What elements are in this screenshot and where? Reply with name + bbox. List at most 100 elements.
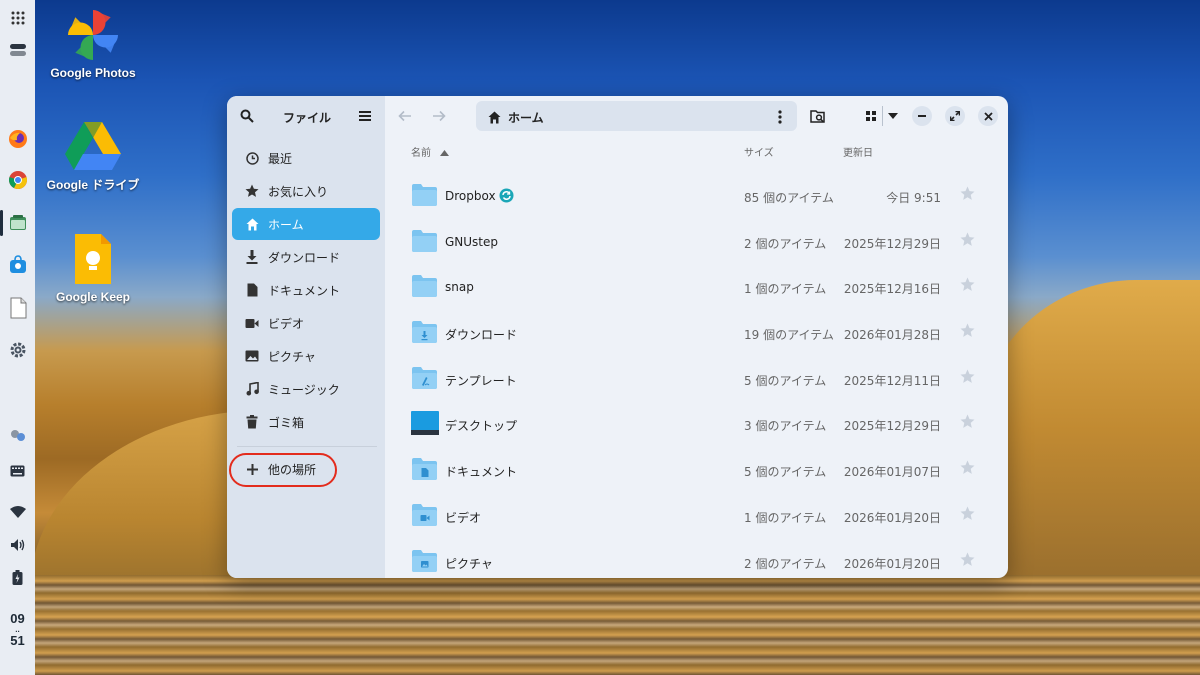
- star-icon[interactable]: [960, 186, 975, 201]
- sidebar-item-label: ドキュメント: [268, 283, 341, 298]
- file-size: 3 個のアイテム: [744, 419, 827, 433]
- file-row[interactable]: ダウンロード 19 個のアイテム 2026年01月28日: [385, 310, 1008, 356]
- search-in-folder-button[interactable]: [807, 106, 829, 126]
- column-header-name[interactable]: 名前: [411, 144, 450, 159]
- folder-icon: [412, 230, 437, 252]
- firefox-icon[interactable]: [0, 127, 35, 151]
- sidebar-item-label: ピクチャ: [268, 349, 316, 364]
- file-row[interactable]: GNUstep 2 個のアイテム 2025年12月29日: [385, 219, 1008, 265]
- sidebar-header: ファイル: [227, 96, 385, 136]
- video-icon: [244, 315, 260, 331]
- minimize-button[interactable]: [912, 106, 932, 126]
- settings-icon[interactable]: [0, 338, 35, 362]
- sidebar-item-downloads[interactable]: ダウンロード: [232, 241, 380, 273]
- toolbar-divider: [882, 106, 883, 126]
- file-row[interactable]: ピクチャ 2 個のアイテム 2026年01月20日: [385, 539, 1008, 578]
- dock: 09 .. 51: [0, 0, 35, 675]
- sidebar-item-home[interactable]: ホーム: [232, 208, 380, 240]
- column-header-size[interactable]: サイズ: [744, 144, 774, 159]
- file-size: 1 個のアイテム: [744, 282, 827, 296]
- file-row[interactable]: snap 1 個のアイテム 2025年12月16日: [385, 264, 1008, 310]
- sidebar-item-label: ホーム: [268, 217, 304, 232]
- desktop-icon-google-drive[interactable]: Google ドライブ: [38, 120, 148, 193]
- file-date: 2025年12月29日: [843, 237, 941, 251]
- file-name: Dropbox: [445, 189, 496, 203]
- battery-icon[interactable]: [0, 568, 35, 586]
- trash-icon: [244, 414, 260, 430]
- star-icon[interactable]: [960, 460, 975, 475]
- home-icon: [488, 109, 501, 128]
- arrow-right-icon: [433, 110, 446, 122]
- close-icon: [983, 111, 993, 121]
- files-app-icon[interactable]: [0, 211, 35, 235]
- wifi-icon[interactable]: [0, 503, 35, 521]
- kebab-menu-icon: [778, 110, 782, 124]
- clock-minute: 51: [10, 633, 25, 648]
- desktop-icon-google-keep[interactable]: Google Keep: [38, 232, 148, 304]
- file-size: 2 個のアイテム: [744, 237, 827, 251]
- sidebar-item-music[interactable]: ミュージック: [232, 373, 380, 405]
- chrome-icon[interactable]: [0, 168, 35, 192]
- column-header-modified[interactable]: 更新日: [843, 144, 873, 159]
- clock-icon: [244, 150, 260, 166]
- overview-icon[interactable]: [0, 40, 35, 60]
- volume-icon[interactable]: [0, 536, 35, 554]
- sidebar-item-favorites[interactable]: お気に入り: [232, 175, 380, 207]
- star-icon[interactable]: [960, 369, 975, 384]
- star-icon[interactable]: [960, 323, 975, 338]
- file-size: 1 個のアイテム: [744, 511, 827, 525]
- google-photos-icon: [66, 8, 120, 62]
- chevron-down-icon: [888, 113, 898, 119]
- sidebar-item-videos[interactable]: ビデオ: [232, 307, 380, 339]
- location-bar[interactable]: ホーム: [476, 101, 797, 131]
- app-grid-icon[interactable]: [0, 8, 35, 28]
- google-keep-icon: [73, 232, 113, 286]
- star-icon[interactable]: [960, 552, 975, 567]
- file-date: 2025年12月29日: [843, 419, 941, 433]
- file-row[interactable]: ドキュメント 5 個のアイテム 2026年01月07日: [385, 447, 1008, 493]
- sidebar-item-recent[interactable]: 最近: [232, 142, 380, 174]
- file-row[interactable]: テンプレート 5 個のアイテム 2025年12月11日: [385, 356, 1008, 402]
- minimize-icon: [918, 115, 926, 117]
- sidebar-item-pictures[interactable]: ピクチャ: [232, 340, 380, 372]
- file-row[interactable]: デスクトップ 3 個のアイテム 2025年12月29日: [385, 401, 1008, 447]
- close-button[interactable]: [978, 106, 998, 126]
- file-row[interactable]: Dropbox 85 個のアイテム 今日 9:51: [385, 173, 1008, 219]
- highlight-ring: [229, 453, 337, 487]
- sidebar-separator: [237, 446, 377, 447]
- files-window: ファイル 最近 お気に入り ホーム ダウンロード ドキュメント ビデオ ピクチャ…: [227, 96, 1008, 578]
- file-date: 2026年01月20日: [843, 511, 941, 525]
- maximize-button[interactable]: [945, 106, 965, 126]
- view-options-button[interactable]: [885, 106, 901, 126]
- sidebar-item-label: ミュージック: [268, 382, 340, 397]
- sidebar-item-trash[interactable]: ゴミ箱: [232, 406, 380, 438]
- clock[interactable]: 09 .. 51: [0, 612, 35, 648]
- file-name: ドキュメント: [445, 465, 518, 479]
- software-store-icon[interactable]: [0, 253, 35, 277]
- search-button[interactable]: [239, 108, 255, 124]
- star-icon[interactable]: [960, 277, 975, 292]
- text-editor-icon[interactable]: [0, 295, 35, 321]
- desktop-icon-google-photos[interactable]: Google Photos: [38, 8, 148, 80]
- file-date: 2025年12月16日: [843, 282, 941, 296]
- star-icon[interactable]: [960, 232, 975, 247]
- accessibility-icon[interactable]: [0, 427, 35, 445]
- sort-ascending-icon: [440, 150, 450, 156]
- keyboard-icon[interactable]: [0, 462, 35, 480]
- back-button[interactable]: [395, 106, 415, 126]
- file-size: 19 個のアイテム: [744, 328, 834, 342]
- main-menu-button[interactable]: [357, 108, 373, 124]
- grid-view-icon: [866, 111, 876, 121]
- wallpaper-hill-right: [980, 280, 1200, 580]
- forward-button[interactable]: [429, 106, 449, 126]
- file-row[interactable]: ビデオ 1 個のアイテム 2026年01月20日: [385, 493, 1008, 539]
- star-icon[interactable]: [960, 506, 975, 521]
- file-size: 85 個のアイテム: [744, 191, 834, 205]
- star-icon[interactable]: [960, 414, 975, 429]
- view-toggle-button[interactable]: [861, 106, 881, 126]
- path-segment-home[interactable]: ホーム: [508, 109, 544, 126]
- column-header-label: 名前: [411, 148, 431, 159]
- path-menu-button[interactable]: [778, 109, 782, 128]
- sidebar-item-label: お気に入り: [268, 184, 329, 199]
- sidebar-item-documents[interactable]: ドキュメント: [232, 274, 380, 306]
